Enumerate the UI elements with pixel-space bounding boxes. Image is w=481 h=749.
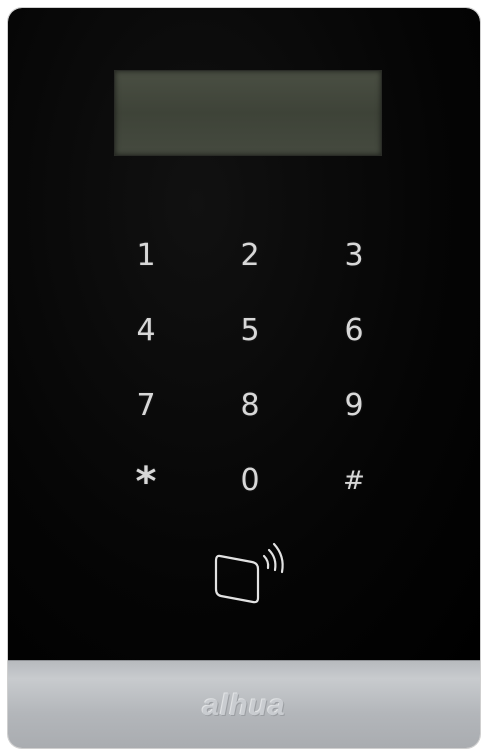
bottom-bezel: alhua <box>8 660 480 748</box>
key-4[interactable]: 4 <box>116 306 176 356</box>
access-control-device: 1 2 3 4 5 6 7 8 9 * 0 # alhua <box>8 8 480 748</box>
contactless-card-icon-graphic <box>214 542 284 604</box>
key-hash[interactable]: # <box>324 456 384 506</box>
key-1[interactable]: 1 <box>116 231 176 281</box>
brand-logo: alhua <box>202 689 286 722</box>
key-3[interactable]: 3 <box>324 231 384 281</box>
key-0[interactable]: 0 <box>220 456 280 506</box>
key-5[interactable]: 5 <box>220 306 280 356</box>
contactless-card-icon[interactable] <box>208 542 288 608</box>
front-panel: 1 2 3 4 5 6 7 8 9 * 0 # <box>8 8 480 660</box>
key-6[interactable]: 6 <box>324 306 384 356</box>
key-8[interactable]: 8 <box>220 381 280 431</box>
key-star[interactable]: * <box>116 454 176 505</box>
key-2[interactable]: 2 <box>220 231 280 281</box>
key-7[interactable]: 7 <box>116 381 176 431</box>
key-9[interactable]: 9 <box>324 381 384 431</box>
